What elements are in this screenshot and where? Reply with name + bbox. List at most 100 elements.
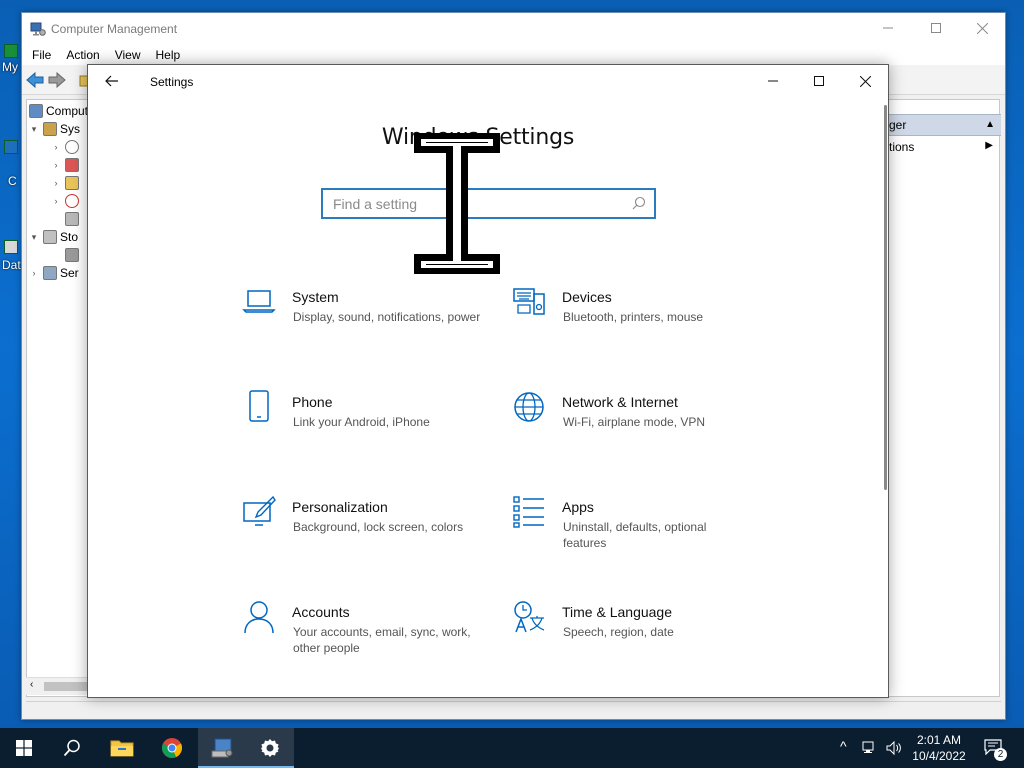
tile-description: Display, sound, notifications, power [293,310,481,324]
chevron-down-icon[interactable]: ▾ [29,232,39,243]
settings-close-button[interactable] [842,65,888,97]
cm-horizontal-scrollbar[interactable]: ‹ [26,677,92,695]
tile-network-internet[interactable]: Network & Internet Wi-Fi, airplane mode,… [512,390,762,480]
cm-tree-pane[interactable]: Comput ▾ Sys › › › › ▾ Sto › Ser [26,99,92,697]
tile-apps[interactable]: Apps Uninstall, defaults, optional featu… [512,495,762,585]
volume-icon[interactable] [886,740,902,756]
search-taskbar-button[interactable] [48,728,96,768]
tree-item[interactable]: ▾ Sys [29,120,80,138]
computer-management-icon [30,22,46,36]
caret-up-icon[interactable]: ▲ [985,119,995,130]
search-icon[interactable] [632,196,646,210]
paint-icon [243,495,276,526]
cm-titlebar[interactable]: Computer Management [22,13,1005,45]
chevron-right-icon[interactable]: › [51,196,61,206]
desktop-icon-control[interactable] [4,140,18,154]
settings-minimize-button[interactable] [750,65,796,97]
menu-action[interactable]: Action [66,45,99,65]
tile-title: System [292,289,339,305]
more-actions-item[interactable]: tions [889,140,914,154]
notification-count-badge: 2 [994,748,1007,761]
desktop-icon-this-pc[interactable] [4,44,18,58]
menu-help[interactable]: Help [156,45,181,65]
tree-item-label: Sys [60,122,81,136]
tile-description: Bluetooth, printers, mouse [563,310,704,324]
search-input[interactable] [323,190,623,217]
search-box[interactable] [321,188,656,219]
settings-maximize-button[interactable] [796,65,842,97]
tree-item[interactable]: › [51,174,82,192]
chevron-right-icon[interactable]: › [51,178,61,188]
cm-actions-pane: ger ▲ tions ▶ [888,99,1001,697]
tile-devices[interactable]: Devices Bluetooth, printers, mouse [512,285,762,375]
clock-icon [65,140,79,154]
cm-close-button[interactable] [959,13,1005,43]
tile-description: Background, lock screen, colors [293,520,464,534]
cm-maximize-button[interactable] [913,13,959,43]
back-button[interactable] [102,71,122,91]
tree-item-label: Sto [60,230,79,244]
tools-icon [43,122,57,136]
tile-title: Devices [562,289,612,305]
chevron-right-icon[interactable]: › [51,142,61,152]
time-language-icon [514,601,545,633]
settings-scrollbar[interactable] [884,105,887,490]
chevron-right-icon[interactable]: › [29,268,39,278]
tile-title: Time & Language [562,604,672,620]
menu-view[interactable]: View [115,45,141,65]
tree-item[interactable] [65,210,82,228]
back-arrow-icon[interactable] [26,72,44,88]
start-button[interactable] [0,728,48,768]
maximize-icon [931,23,941,33]
tree-item[interactable]: Comput [29,102,88,120]
tree-item[interactable]: ▾ Sto [29,228,78,246]
scroll-thumb[interactable] [44,682,88,691]
tree-item[interactable]: › Ser [29,264,79,282]
tile-description: Wi-Fi, airplane mode, VPN [563,415,706,429]
person-icon [244,601,274,634]
gear-icon [261,739,279,757]
tile-description: Speech, region, date [563,625,674,639]
tile-title: Apps [562,499,594,515]
tile-accounts[interactable]: Accounts Your accounts, email, sync, wor… [242,600,492,690]
menu-file[interactable]: File [32,45,51,65]
tree-item[interactable]: › [51,138,82,156]
settings-titlebar[interactable]: Settings [88,65,888,97]
tray-overflow-chevron-icon[interactable]: ^ [840,738,847,754]
minimize-icon [883,27,893,29]
actions-header[interactable]: ger ▲ [889,114,1001,136]
tile-phone[interactable]: Phone Link your Android, iPhone [242,390,492,480]
page-title: Windows Settings [381,125,575,150]
file-explorer-button[interactable] [98,728,146,768]
tile-personalization[interactable]: Personalization Background, lock screen,… [242,495,492,585]
tree-item[interactable]: › [51,192,82,210]
chevron-right-icon[interactable]: › [51,160,61,170]
tile-title: Network & Internet [562,394,678,410]
clock[interactable]: 2:01 AM 10/4/2022 [908,732,970,764]
maximize-icon [814,76,824,86]
tree-item[interactable]: › [51,156,82,174]
scroll-left-icon[interactable]: ‹ [30,679,33,690]
desktop-icon-data[interactable] [4,240,18,254]
shared-folders-icon [65,176,79,190]
tree-item-label: Ser [60,266,79,280]
tile-system[interactable]: System Display, sound, notifications, po… [242,285,492,375]
event-viewer-icon [65,158,79,172]
storage-icon [43,230,57,244]
cm-menubar: File Action View Help [22,45,1005,65]
tree-item[interactable] [65,246,82,264]
computer-icon [29,104,43,118]
settings-window[interactable]: Settings Windows Settings System Display… [87,64,889,698]
chrome-button[interactable] [148,728,196,768]
notification-center-button[interactable]: 2 [978,728,1018,768]
tile-time-language[interactable]: Time & Language Speech, region, date [512,600,762,690]
chevron-down-icon[interactable]: ▾ [29,124,39,135]
services-icon [43,266,57,280]
settings-taskbar-button[interactable] [246,728,294,768]
forward-arrow-icon[interactable] [48,72,66,88]
computer-management-taskbar-button[interactable] [198,728,246,768]
network-icon[interactable] [862,740,878,756]
chrome-icon [162,738,182,758]
cm-minimize-button[interactable] [865,13,911,43]
tile-description: Link your Android, iPhone [293,415,430,429]
